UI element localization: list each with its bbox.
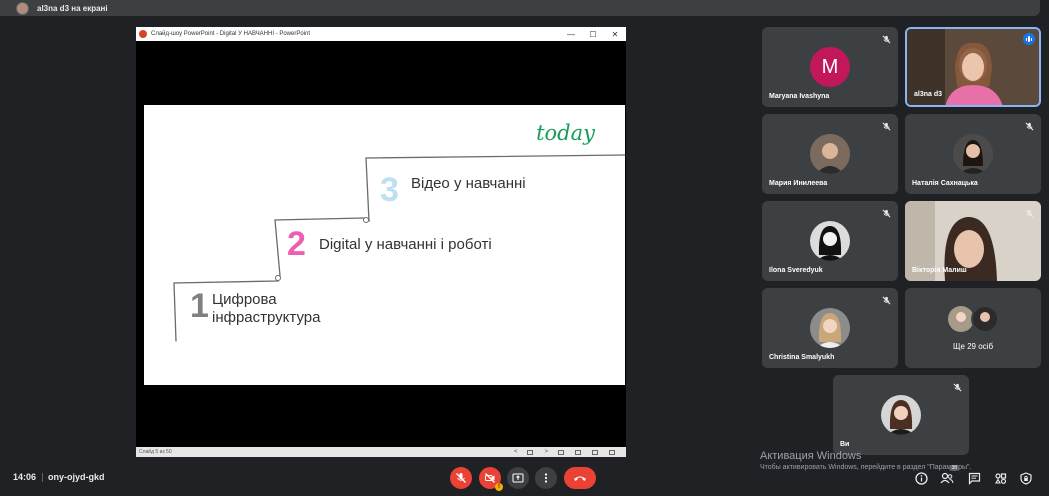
mic-muted-icon: [880, 294, 892, 306]
host-controls-button[interactable]: [1018, 470, 1034, 486]
minimize-icon: —: [567, 29, 575, 39]
camera-toggle-button[interactable]: !: [479, 467, 503, 491]
window-titlebar: Слайд-шоу PowerPoint - Digital У НАВЧАНН…: [136, 27, 626, 41]
activities-button[interactable]: [992, 470, 1008, 486]
people-count-badge: 38: [949, 465, 959, 471]
people-button[interactable]: 38: [939, 465, 959, 486]
more-vert-icon: [544, 473, 548, 483]
more-participants-tile[interactable]: Ще 29 осіб: [905, 288, 1041, 368]
participant-name: Наталія Сахнацька: [912, 180, 978, 187]
mic-muted-icon: [880, 33, 892, 45]
avatar: [810, 134, 850, 174]
step-1-text: Цифрова інфраструктура: [212, 291, 320, 327]
step-2-text: Digital у навчанні і роботі: [319, 236, 492, 253]
info-icon: [914, 471, 928, 485]
participant-name: Christina Smalyukh: [769, 354, 835, 361]
avatar: [810, 221, 850, 261]
participant-tile[interactable]: M Maryana Ivashyna: [762, 27, 898, 107]
meeting-code[interactable]: ony-ojyd-gkd: [48, 472, 105, 482]
avatar-stack: [947, 305, 1001, 333]
step-2-number: 2: [287, 225, 306, 263]
activities-icon: [994, 472, 1006, 484]
mic-muted-icon: [951, 381, 963, 393]
avatar: [810, 308, 850, 348]
presenter-label: al3na d3 на екрані: [37, 3, 108, 13]
warning-badge-icon: !: [495, 483, 503, 491]
more-options-button[interactable]: [535, 467, 557, 489]
participant-name: Maryana Ivashyna: [769, 93, 830, 100]
presenter-banner: al3na d3 на екрані: [0, 0, 1040, 16]
slide: today 1 Цифрова інфраструктура 2 Digital…: [144, 105, 625, 385]
present-screen-button[interactable]: [507, 467, 529, 489]
view-slideshow-icon[interactable]: [609, 449, 615, 455]
avatar: [881, 395, 921, 435]
view-sorter-icon[interactable]: [575, 449, 581, 455]
avatar: M: [810, 47, 850, 87]
participant-name: Ви: [840, 441, 850, 448]
meeting-time: 14:06: [13, 472, 37, 482]
participant-tile[interactable]: Ilona Sveredyuk: [762, 201, 898, 281]
participant-name: Мария Инилеева: [769, 180, 828, 187]
powerpoint-icon: [139, 30, 147, 38]
shield-lock-icon: [1020, 471, 1032, 485]
slide-counter: Слайд 5 из 50: [139, 449, 172, 455]
next-slide-icon[interactable]: >: [544, 449, 548, 455]
shared-screen: Слайд-шоу PowerPoint - Digital У НАВЧАНН…: [136, 27, 626, 457]
avatar: [953, 134, 993, 174]
speaking-indicator-icon: [1023, 33, 1035, 45]
participant-name: Ilona Sveredyuk: [769, 267, 823, 274]
close-icon: ✕: [611, 29, 619, 39]
participant-tile[interactable]: Мария Инилеева: [762, 114, 898, 194]
leave-call-button[interactable]: [564, 467, 596, 489]
people-icon: [940, 472, 954, 483]
mic-muted-icon: [880, 207, 892, 219]
chat-button[interactable]: [966, 470, 982, 486]
slide-menu-icon[interactable]: [527, 449, 534, 455]
step-1-number: 1: [190, 287, 209, 325]
present-icon: [512, 473, 524, 483]
participant-name: al3na d3: [914, 91, 943, 98]
participant-tile[interactable]: Наталія Сахнацька: [905, 114, 1041, 194]
step-1-line: Цифрова інфраструктура: [212, 291, 321, 326]
activation-title: Активация Windows: [760, 450, 862, 462]
participant-tile-speaking[interactable]: al3na d3: [905, 27, 1041, 107]
more-participants-label: Ще 29 осіб: [952, 342, 994, 351]
view-reading-icon[interactable]: [592, 449, 598, 455]
prev-slide-icon[interactable]: <: [514, 449, 518, 455]
mic-muted-icon: [1023, 207, 1035, 219]
meeting-details-button[interactable]: [913, 470, 929, 486]
participant-tile[interactable]: Вікторія Малиш: [905, 201, 1041, 281]
maximize-icon: ☐: [589, 29, 597, 39]
self-tile[interactable]: Ви: [833, 375, 969, 455]
chat-icon: [968, 472, 980, 485]
presenter-avatar: [16, 1, 29, 15]
divider: [42, 473, 43, 482]
mic-off-icon: [456, 473, 466, 483]
participant-tile[interactable]: Christina Smalyukh: [762, 288, 898, 368]
windows-activation-watermark: Активация Windows Чтобы активировать Win…: [760, 450, 971, 471]
hang-up-icon: [574, 476, 586, 481]
view-normal-icon[interactable]: [558, 449, 564, 455]
step-3-number: 3: [380, 171, 399, 209]
mic-muted-icon: [880, 120, 892, 132]
slideshow-status-bar: Слайд 5 из 50 < >: [136, 447, 626, 457]
window-title: Слайд-шоу PowerPoint - Digital У НАВЧАНН…: [151, 31, 311, 37]
participant-name: Вікторія Малиш: [912, 267, 967, 274]
step-3-text: Відео у навчанні: [411, 175, 526, 192]
camera-off-icon: [485, 473, 495, 483]
mic-muted-icon: [1023, 120, 1035, 132]
microphone-toggle-button[interactable]: [450, 467, 472, 489]
